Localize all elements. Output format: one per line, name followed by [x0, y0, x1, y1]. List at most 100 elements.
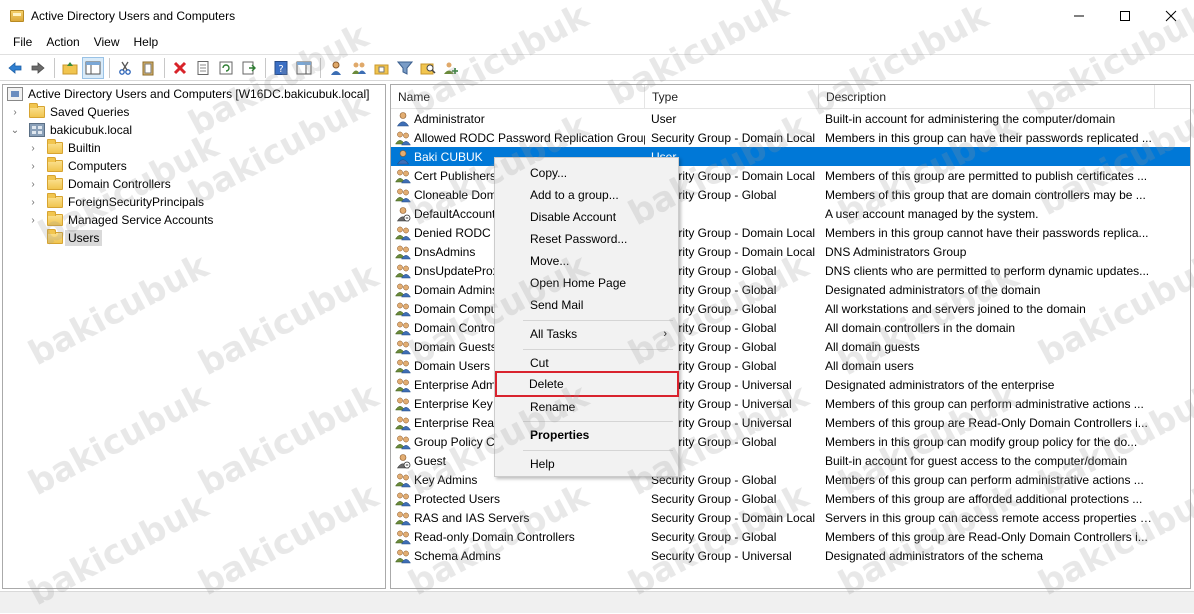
cell-description: Designated administrators of the enterpr… — [825, 377, 1055, 392]
group-icon — [395, 131, 411, 145]
context-menu-reset-password[interactable]: Reset Password... — [496, 228, 677, 250]
refresh-button[interactable] — [215, 57, 237, 79]
column-header-description[interactable]: Description — [819, 85, 1155, 109]
cell-name-text: Cert Publishers — [414, 168, 497, 183]
column-header-name[interactable]: Name — [391, 85, 645, 109]
context-menu-help[interactable]: Help — [496, 453, 677, 475]
chevron-right-icon[interactable]: › — [27, 211, 39, 229]
tree-root[interactable]: Active Directory Users and Computers [W1… — [3, 85, 385, 103]
tree-item-domain[interactable]: ⌄ bakicubuk.local — [3, 121, 385, 139]
cell-description: Servers in this group can access remote … — [825, 510, 1155, 525]
table-row[interactable]: Protected Users Security Group - Global Me… — [391, 489, 1190, 508]
cell-description: All domain users — [825, 358, 914, 373]
context-menu-move[interactable]: Move... — [496, 250, 677, 272]
menu-action[interactable]: Action — [39, 33, 86, 51]
folder-icon — [47, 157, 63, 172]
tree-item-foreign-security-principals[interactable]: › ForeignSecurityPrincipals — [3, 193, 385, 211]
chevron-right-icon[interactable]: › — [27, 193, 39, 211]
table-row[interactable]: Read-only Domain Controllers Security Gro… — [391, 527, 1190, 546]
cell-name: Protected Users — [391, 491, 645, 507]
folder-up-icon — [62, 61, 78, 74]
group-icon — [395, 169, 411, 183]
context-menu-separator — [523, 349, 673, 350]
new-ou-button[interactable] — [371, 57, 393, 79]
table-row[interactable]: Administrator User Built-in account for ad… — [391, 109, 1190, 128]
folder-icon — [47, 193, 63, 208]
new-group-button[interactable] — [348, 57, 370, 79]
filter-button[interactable] — [394, 57, 416, 79]
show-console-tree-button[interactable] — [82, 56, 104, 79]
table-row[interactable]: Allowed RODC Password Replication Group S… — [391, 128, 1190, 147]
folder-icon — [47, 229, 63, 244]
chevron-right-icon[interactable]: › — [27, 157, 39, 175]
context-menu-send-mail[interactable]: Send Mail — [496, 294, 677, 316]
list-header: Name Type Description — [391, 85, 1190, 109]
minimize-button[interactable] — [1056, 0, 1102, 31]
add-to-group-button[interactable] — [440, 57, 462, 79]
chevron-right-icon[interactable]: › — [27, 175, 39, 193]
chevron-right-icon[interactable]: › — [27, 139, 39, 157]
tree-item-builtin[interactable]: › Builtin — [3, 139, 385, 157]
context-menu-all-tasks[interactable]: All Tasks › — [496, 323, 677, 345]
back-button[interactable] — [4, 57, 26, 79]
title-bar: Active Directory Users and Computers — [0, 0, 1194, 31]
chevron-down-icon[interactable]: ⌄ — [9, 121, 21, 139]
cell-name-text: DnsAdmins — [414, 244, 476, 259]
maximize-button[interactable] — [1102, 0, 1148, 31]
menu-help[interactable]: Help — [127, 33, 166, 51]
context-menu-properties[interactable]: Properties — [496, 424, 677, 446]
table-row[interactable]: Schema Admins Security Group - Universal D… — [391, 546, 1190, 565]
tree-item-managed-service-accounts[interactable]: › Managed Service Accounts — [3, 211, 385, 229]
context-menu-add-to-group[interactable]: Add to a group... — [496, 184, 677, 206]
cell-type: Security Group - Domain Local — [651, 130, 816, 145]
properties-button[interactable] — [192, 57, 214, 79]
cell-name-text: Allowed RODC Password Replication Group — [414, 130, 645, 145]
refresh-icon — [219, 61, 233, 74]
cell-name-text: Schema Admins — [414, 548, 501, 563]
context-menu-delete[interactable]: Delete — [495, 371, 679, 397]
action-pane-button[interactable] — [293, 57, 315, 79]
toolbar-separator — [109, 57, 110, 78]
table-row[interactable]: RAS and IAS Servers Security Group - Doma… — [391, 508, 1190, 527]
group-icon — [395, 549, 411, 563]
domain-icon — [29, 123, 45, 137]
context-menu-disable-account[interactable]: Disable Account — [496, 206, 677, 228]
help-button[interactable]: ? — [270, 57, 292, 79]
new-user-button[interactable] — [325, 57, 347, 79]
find-button[interactable] — [417, 57, 439, 79]
disabled-user-icon — [396, 206, 411, 221]
group-icon — [395, 321, 411, 335]
copy-button[interactable] — [137, 57, 159, 79]
menu-file[interactable]: File — [6, 33, 39, 51]
cell-name-text: Key Admins — [414, 472, 478, 487]
cell-description: Members of this group can perform admini… — [825, 396, 1144, 411]
forward-button[interactable] — [27, 57, 49, 79]
close-button[interactable] — [1148, 0, 1194, 31]
toolbar: ? — [0, 54, 1194, 81]
cut-button[interactable] — [114, 57, 136, 79]
tree-item-users[interactable]: Users — [3, 229, 385, 247]
close-icon — [1165, 10, 1177, 21]
context-menu-copy[interactable]: Copy... — [496, 162, 677, 184]
column-header-type[interactable]: Type — [645, 85, 819, 109]
delete-button[interactable] — [169, 57, 191, 79]
tree-item-computers[interactable]: › Computers — [3, 157, 385, 175]
chevron-right-icon[interactable]: › — [9, 103, 21, 121]
folder-icon — [47, 139, 63, 154]
tree-item-label: Managed Service Accounts — [68, 213, 214, 227]
cell-description: Members of this group are Read-Only Doma… — [825, 415, 1148, 430]
scissors-icon — [119, 61, 131, 75]
svg-text:?: ? — [278, 64, 283, 75]
context-menu-rename[interactable]: Rename — [496, 396, 677, 418]
up-level-button[interactable] — [59, 57, 81, 79]
group-icon — [395, 511, 411, 525]
tree-item-saved-queries[interactable]: › Saved Queries — [3, 103, 385, 121]
menu-view[interactable]: View — [87, 33, 127, 51]
context-menu-open-home-page[interactable]: Open Home Page — [496, 272, 677, 294]
user-icon — [396, 111, 410, 126]
cell-description: DNS Administrators Group — [825, 244, 967, 259]
filter-funnel-icon — [397, 61, 413, 75]
status-bar — [0, 591, 1194, 613]
export-list-button[interactable] — [238, 57, 260, 79]
tree-item-domain-controllers[interactable]: › Domain Controllers — [3, 175, 385, 193]
